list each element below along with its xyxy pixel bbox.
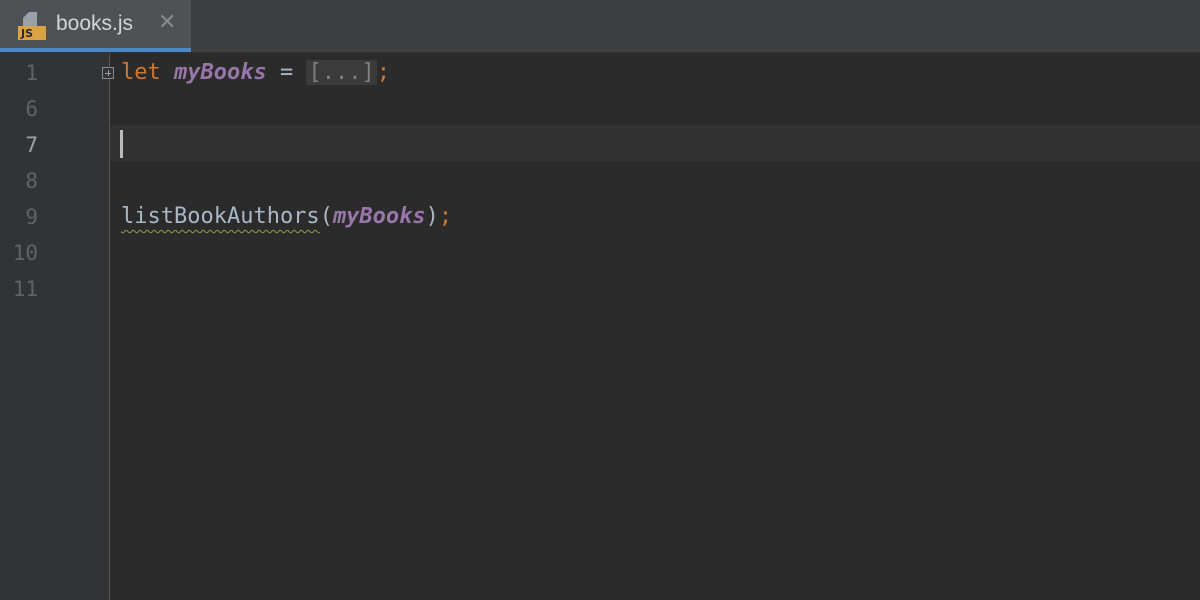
close-icon[interactable]: ✕ xyxy=(158,10,176,35)
line-number: 11 xyxy=(12,277,38,301)
line-number: 9 xyxy=(25,205,38,229)
line-number: 1 xyxy=(25,61,38,85)
current-line-highlight xyxy=(110,125,1200,161)
editor-tab-bar: JS books.js ✕ xyxy=(0,0,1200,52)
semicolon: ; xyxy=(438,204,453,229)
line-number: 6 xyxy=(25,97,38,121)
tab-separator xyxy=(0,52,1200,53)
close-paren: ) xyxy=(425,204,439,229)
variable-mybooks: myBooks xyxy=(174,60,267,85)
text-caret xyxy=(120,130,123,158)
open-paren: ( xyxy=(319,204,333,229)
line-number-current: 7 xyxy=(25,133,38,157)
tab-books-js[interactable]: JS books.js ✕ xyxy=(0,0,191,52)
expand-fold-icon[interactable] xyxy=(102,67,114,79)
js-icon-label: JS xyxy=(20,27,33,40)
javascript-file-icon: JS xyxy=(18,12,46,40)
semicolon: ; xyxy=(376,60,390,85)
line-number: 8 xyxy=(25,169,38,193)
keyword-let: let xyxy=(121,60,161,85)
function-call-listbookauthors[interactable]: listBookAuthors xyxy=(121,204,320,229)
code-line-1[interactable]: let myBooks = [...]; xyxy=(121,55,390,91)
argument-mybooks: myBooks xyxy=(332,204,426,229)
tab-title: books.js xyxy=(56,12,134,35)
assignment-operator: = xyxy=(279,60,294,85)
line-number: 10 xyxy=(12,241,38,265)
code-line-9[interactable]: listBookAuthors(myBooks); xyxy=(121,199,452,235)
folded-region[interactable]: [...] xyxy=(306,60,377,85)
